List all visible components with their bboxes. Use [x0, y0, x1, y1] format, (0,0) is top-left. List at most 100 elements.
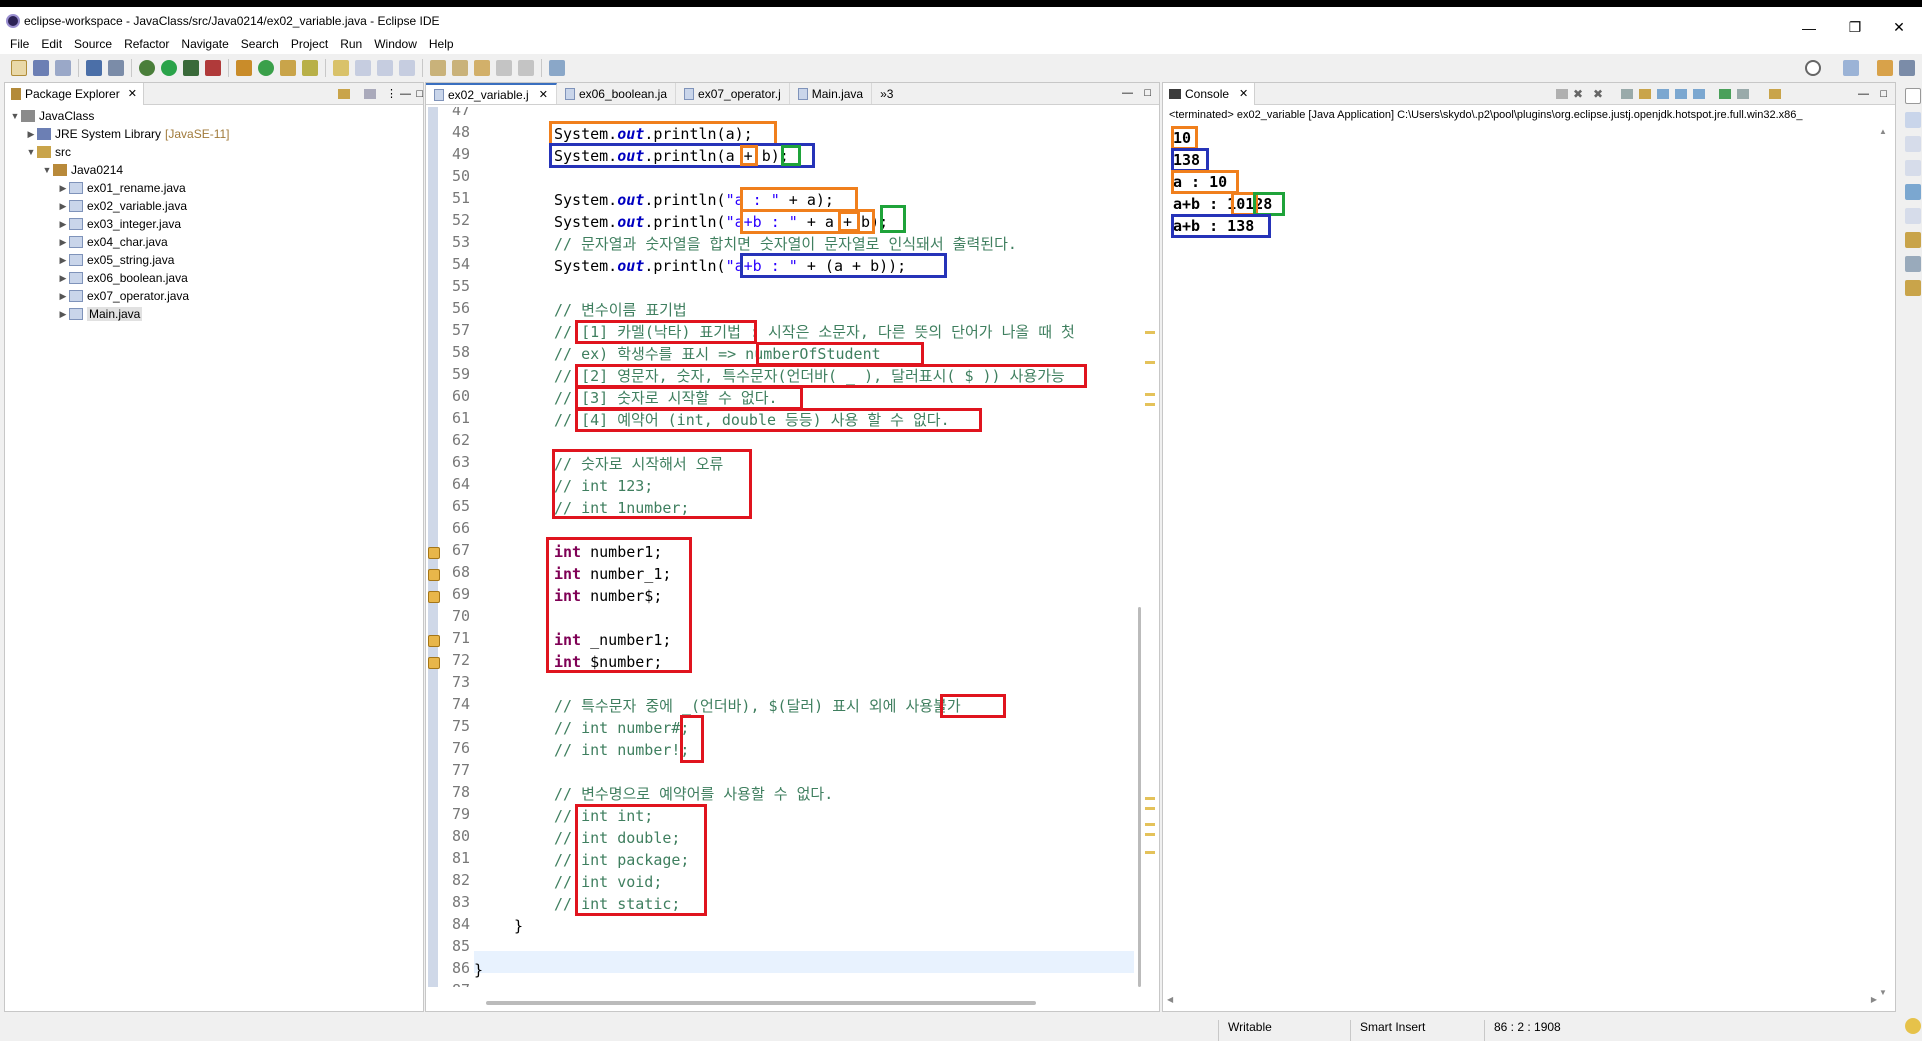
pin-console-icon[interactable]: [1719, 88, 1731, 99]
problems-icon[interactable]: [1905, 160, 1921, 176]
tab-overflow[interactable]: »3: [872, 83, 901, 104]
editor-vertical-scrollbar[interactable]: [1138, 607, 1141, 987]
restore-icon[interactable]: [1905, 88, 1921, 104]
new-java-class-icon[interactable]: [258, 60, 274, 76]
word-wrap-icon[interactable]: [355, 60, 371, 76]
progress-icon[interactable]: [1905, 280, 1921, 296]
close-icon[interactable]: ✕: [539, 88, 548, 101]
menu-help[interactable]: Help: [423, 37, 460, 51]
tree-package[interactable]: ▼ Java0214: [5, 161, 423, 179]
expanded-chevron-icon[interactable]: ▼: [25, 147, 37, 157]
external-tools-icon[interactable]: [205, 60, 221, 76]
scroll-up-icon[interactable]: ▲: [1879, 127, 1887, 136]
scroll-right-icon[interactable]: ▶: [1871, 995, 1877, 1004]
java-perspective-icon[interactable]: [1877, 60, 1893, 76]
warning-icon[interactable]: [428, 635, 440, 647]
warning-icon[interactable]: [428, 547, 440, 559]
overview-marker[interactable]: [1145, 823, 1155, 826]
overview-marker[interactable]: [1145, 797, 1155, 800]
hierarchy-icon[interactable]: [1905, 184, 1921, 200]
maximize-view-icon[interactable]: □: [1880, 88, 1887, 100]
menu-navigate[interactable]: Navigate: [175, 37, 234, 51]
console-horizontal-scrollbar[interactable]: ◀ ▶: [1167, 995, 1877, 1007]
open-perspective-icon[interactable]: [1843, 60, 1859, 76]
show-whitespace-icon[interactable]: [399, 60, 415, 76]
menu-search[interactable]: Search: [235, 37, 285, 51]
tab-ex02-variable[interactable]: ex02_variable.j ✕: [426, 83, 557, 104]
tree-file[interactable]: ▶ ex06_boolean.java: [5, 269, 423, 287]
display-console-icon[interactable]: [1737, 88, 1749, 99]
next-annotation-icon[interactable]: [430, 60, 446, 76]
console-vertical-scrollbar[interactable]: ▲ ▼: [1879, 127, 1891, 997]
editor-horizontal-scrollbar[interactable]: [486, 1001, 1036, 1005]
debug-icon[interactable]: [139, 60, 155, 76]
overview-marker[interactable]: [1145, 331, 1155, 334]
overview-marker[interactable]: [1145, 393, 1155, 396]
collapsed-chevron-icon[interactable]: ▶: [57, 273, 69, 284]
overview-marker[interactable]: [1145, 361, 1155, 364]
collapse-all-icon[interactable]: [318, 89, 330, 99]
search-tool-icon[interactable]: [302, 60, 318, 76]
word-wrap-icon[interactable]: [1657, 88, 1669, 99]
link-with-editor-icon[interactable]: [338, 88, 350, 99]
javadoc-icon[interactable]: [1905, 208, 1921, 224]
search-view-icon[interactable]: [1905, 256, 1921, 272]
collapsed-chevron-icon[interactable]: ▶: [57, 183, 69, 194]
tree-src[interactable]: ▼ src: [5, 143, 423, 161]
filter-icon[interactable]: [364, 88, 376, 99]
minimize-view-icon[interactable]: —: [400, 88, 411, 100]
warning-icon[interactable]: [428, 569, 440, 581]
warning-icon[interactable]: [428, 657, 440, 669]
task-list-icon[interactable]: [1905, 136, 1921, 152]
show-console-stderr-icon[interactable]: [1693, 88, 1705, 99]
maximize-view-icon[interactable]: □: [1144, 87, 1151, 99]
minimize-view-icon[interactable]: —: [1858, 88, 1869, 100]
debug-perspective-icon[interactable]: [1899, 60, 1915, 76]
collapsed-chevron-icon[interactable]: ▶: [57, 255, 69, 266]
view-menu-icon[interactable]: ⋮: [386, 87, 397, 100]
package-explorer-tab[interactable]: Package Explorer ✕: [5, 82, 144, 105]
forward-icon[interactable]: [518, 60, 534, 76]
menu-project[interactable]: Project: [285, 37, 334, 51]
overview-marker[interactable]: [1145, 833, 1155, 836]
tree-file[interactable]: ▶ ex05_string.java: [5, 251, 423, 269]
mark-occurrences-icon[interactable]: [333, 60, 349, 76]
open-type-icon[interactable]: [280, 60, 296, 76]
menu-refactor[interactable]: Refactor: [118, 37, 175, 51]
tree-file-selected[interactable]: ▶ Main.java: [5, 305, 423, 323]
status-cursor-position[interactable]: 86 : 2 : 1908: [1494, 1020, 1561, 1034]
menu-source[interactable]: Source: [68, 37, 118, 51]
code-editor[interactable]: 47 48 49 50 51 52 53 54 55 56 57 58 59 60 61 62 63 64 65 66…: [426, 107, 1159, 987]
collapsed-chevron-icon[interactable]: ▶: [25, 129, 37, 140]
minimize-view-icon[interactable]: —: [1122, 87, 1133, 99]
back-icon[interactable]: [496, 60, 512, 76]
collapsed-chevron-icon[interactable]: ▶: [57, 309, 69, 320]
maximize-view-icon[interactable]: □: [416, 88, 423, 100]
collapsed-chevron-icon[interactable]: ▶: [57, 237, 69, 248]
tree-file[interactable]: ▶ ex01_rename.java: [5, 179, 423, 197]
tree-file[interactable]: ▶ ex07_operator.java: [5, 287, 423, 305]
scroll-left-icon[interactable]: ◀: [1167, 995, 1173, 1004]
last-edit-location-icon[interactable]: [474, 60, 490, 76]
menu-file[interactable]: File: [4, 37, 35, 51]
console-tab[interactable]: Console ✕: [1163, 82, 1256, 105]
close-icon[interactable]: ✕: [1239, 87, 1248, 100]
scroll-lock-icon[interactable]: [1639, 88, 1651, 99]
tree-file[interactable]: ▶ ex04_char.java: [5, 233, 423, 251]
declaration-icon[interactable]: [1905, 232, 1921, 248]
tree-project[interactable]: ▼ JavaClass: [5, 107, 423, 125]
terminal-icon[interactable]: [86, 60, 102, 76]
terminate-icon[interactable]: [1556, 88, 1568, 99]
tree-file[interactable]: ▶ ex02_variable.java: [5, 197, 423, 215]
menu-window[interactable]: Window: [368, 37, 423, 51]
tree-jre[interactable]: ▶ JRE System Library [JavaSE-11]: [5, 125, 423, 143]
close-icon[interactable]: ✕: [128, 87, 137, 100]
menu-edit[interactable]: Edit: [35, 37, 68, 51]
skip-breakpoints-icon[interactable]: [108, 60, 124, 76]
lightbulb-icon[interactable]: [1905, 1018, 1921, 1034]
outline-icon[interactable]: [1905, 112, 1921, 128]
expanded-chevron-icon[interactable]: ▼: [41, 165, 53, 175]
save-icon[interactable]: [33, 60, 49, 76]
tab-main[interactable]: Main.java: [790, 83, 873, 104]
collapsed-chevron-icon[interactable]: ▶: [57, 201, 69, 212]
